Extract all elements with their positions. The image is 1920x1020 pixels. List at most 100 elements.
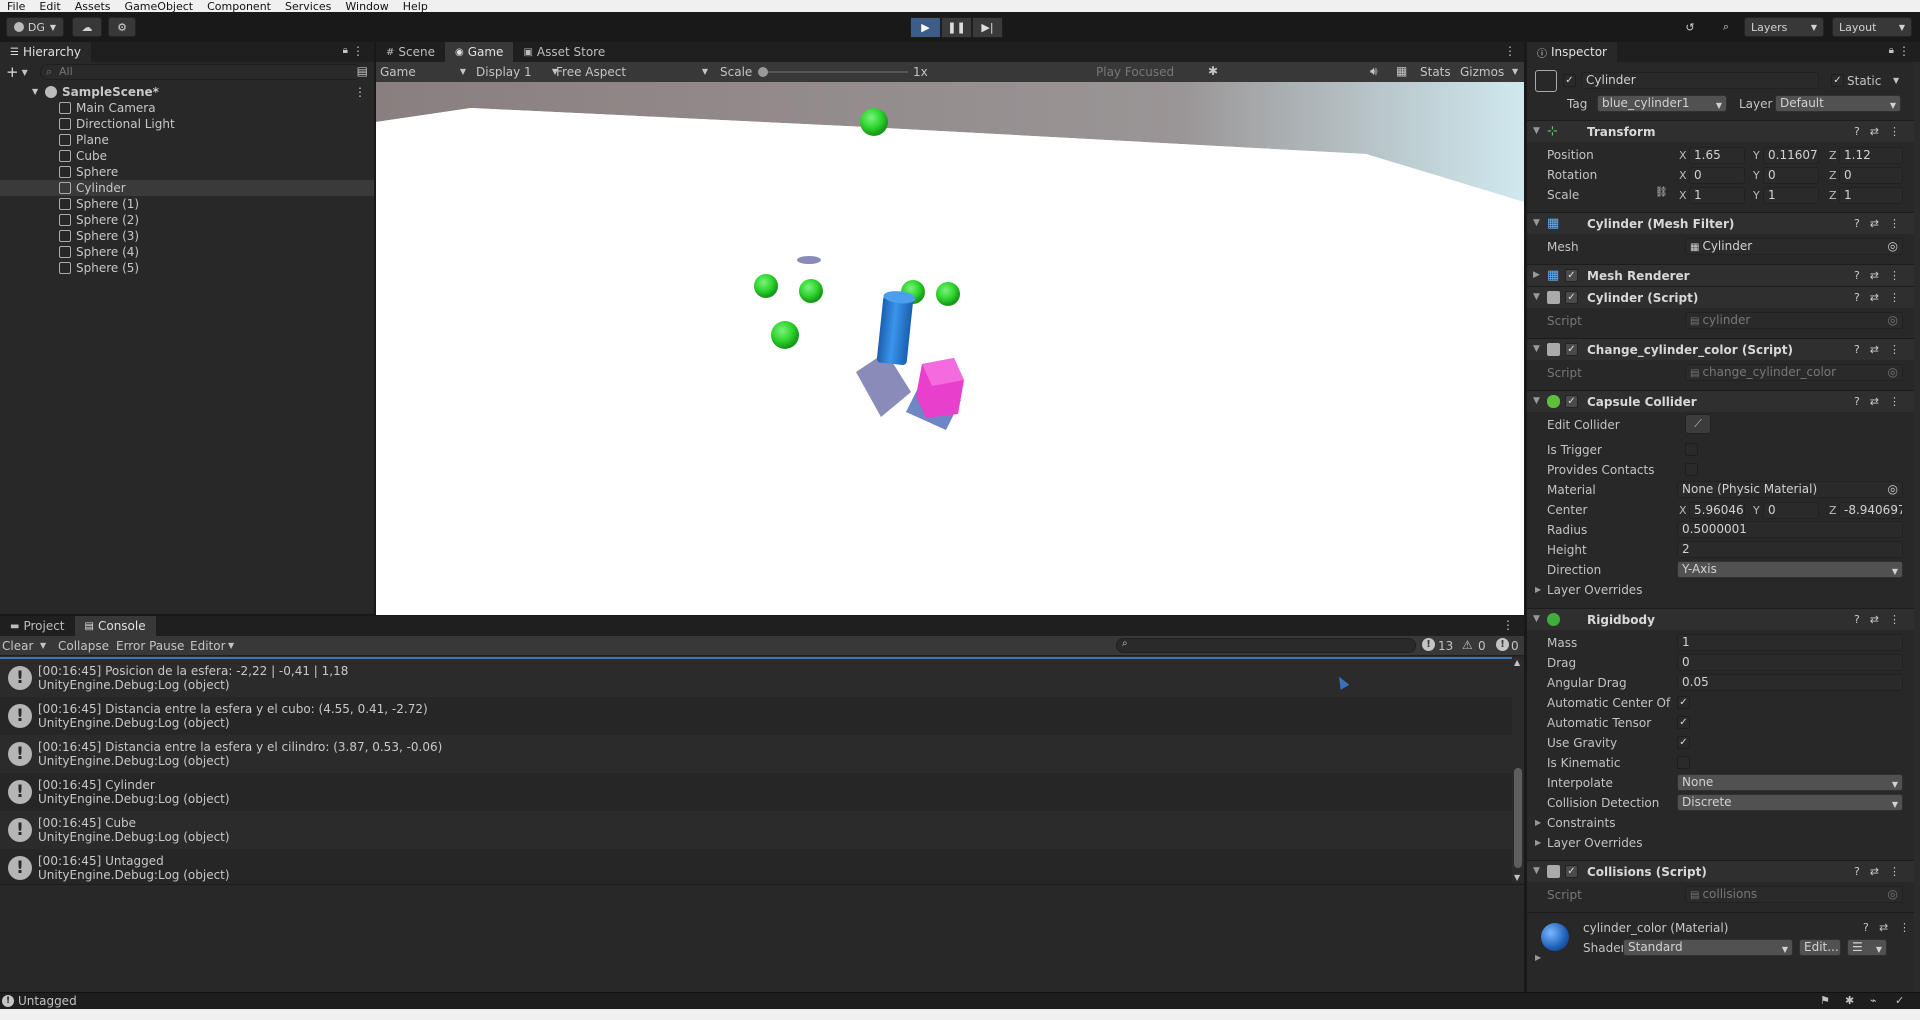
component-actions[interactable]: ?⇄⋮ <box>1854 613 1910 626</box>
progress-icon[interactable]: ⚑ <box>1820 994 1830 1007</box>
layer-overrides-label[interactable]: Layer Overrides <box>1547 583 1642 597</box>
rotation-x-field[interactable]: 0 <box>1689 167 1745 184</box>
edit-collider-button[interactable]: ⟋ <box>1685 414 1711 434</box>
use-gravity-checkbox[interactable]: ✓ <box>1677 736 1690 749</box>
change-color-script-header[interactable]: ▼ ✓ Change_cylinder_color (Script) ?⇄⋮ <box>1527 338 1920 360</box>
error-icon[interactable]: ! <box>1496 638 1509 651</box>
expand-arrow-icon[interactable]: ▼ <box>32 84 38 100</box>
collab-button[interactable]: ⚙ <box>108 17 136 37</box>
hierarchy-item[interactable]: Cylinder <box>0 180 374 196</box>
layer-overrides-label[interactable]: Layer Overrides <box>1547 836 1642 850</box>
physic-material-field[interactable]: None (Physic Material) ◎ <box>1677 481 1903 498</box>
more-icon[interactable]: ⋮ <box>1504 44 1516 58</box>
change-color-script-checkbox[interactable]: ✓ <box>1565 343 1578 356</box>
menu-services[interactable]: Services <box>278 1 338 12</box>
height-field[interactable]: 2 <box>1677 541 1903 558</box>
menu-help[interactable]: Help <box>396 1 435 12</box>
capsule-collider-checkbox[interactable]: ✓ <box>1565 395 1578 408</box>
scale-z-field[interactable]: 1 <box>1839 187 1903 204</box>
collisions-script-checkbox[interactable]: ✓ <box>1565 865 1578 878</box>
radius-field[interactable]: 0.5000001 <box>1677 521 1903 538</box>
scale-x-field[interactable]: 1 <box>1689 187 1745 204</box>
tab-asset-store[interactable]: ▣ Asset Store <box>513 42 615 62</box>
history-button[interactable]: ↺ <box>1676 17 1704 37</box>
menu-edit[interactable]: Edit <box>32 1 67 12</box>
scene-root[interactable]: ▼ SampleScene* ⋮ <box>0 84 374 100</box>
play-focused-dropdown[interactable]: Play Focused ▼ <box>1096 65 1216 79</box>
rotation-y-field[interactable]: 0 <box>1763 167 1819 184</box>
component-actions[interactable]: ?⇄⋮ <box>1854 217 1910 230</box>
tab-console[interactable]: ▤ Console <box>74 616 156 636</box>
component-actions[interactable]: ?⇄⋮ <box>1854 125 1910 138</box>
more-icon[interactable]: ⋮ <box>354 84 366 100</box>
position-y-field[interactable]: 0.116076 <box>1763 147 1819 164</box>
lock-icon[interactable]: 🔒︎ <box>1889 45 1894 56</box>
chevron-down-icon[interactable]: ▼ <box>22 68 28 77</box>
component-actions[interactable]: ?⇄⋮ <box>1854 291 1910 304</box>
scale-slider[interactable] <box>758 67 908 77</box>
grid-icon[interactable]: ▦ <box>1396 64 1407 78</box>
chevron-down-icon[interactable]: ▼ <box>1893 76 1899 85</box>
active-checkbox[interactable]: ✓ <box>1563 74 1576 87</box>
help-icon[interactable]: ? <box>1863 921 1869 934</box>
provides-contacts-checkbox[interactable] <box>1685 463 1698 476</box>
tab-hierarchy[interactable]: ☰ Hierarchy <box>0 42 91 62</box>
center-z-field[interactable]: -8.940697 <box>1839 502 1903 519</box>
settings-icon[interactable]: ⇄ <box>1879 921 1888 934</box>
layer-dropdown[interactable]: Default ▼ <box>1775 95 1901 112</box>
pause-button[interactable]: ❚❚ <box>941 17 972 38</box>
filter-icon[interactable]: ▤ <box>357 64 368 78</box>
game-mode-dropdown[interactable]: Game ▼ <box>380 65 466 79</box>
console-log-entry[interactable]: ! [00:16:45] Cube UnityEngine.Debug:Log (o… <box>0 811 1512 849</box>
menu-window[interactable]: Window <box>338 1 395 12</box>
hierarchy-item[interactable]: Sphere (3) <box>0 228 374 244</box>
menu-file[interactable]: File <box>0 1 32 12</box>
inspector-scrollbar[interactable] <box>1914 62 1920 992</box>
audio-icon[interactable]: 🔊︎ <box>1370 64 1378 79</box>
console-log-entry[interactable]: ! [00:16:45] Posicion de la esfera: -2,22… <box>0 659 1512 697</box>
lock-icon[interactable]: 🔒︎ <box>343 45 348 56</box>
object-picker-icon[interactable]: ◎ <box>1888 482 1898 497</box>
status-message[interactable]: Untagged <box>18 994 77 1008</box>
transform-header[interactable]: ▼ ⊹ Transform ?⇄⋮ <box>1527 120 1920 142</box>
more-icon[interactable]: ⋮ <box>1899 921 1910 934</box>
mass-field[interactable]: 1 <box>1677 634 1903 651</box>
hierarchy-item[interactable]: Main Camera <box>0 100 374 116</box>
chevron-down-icon[interactable]: ▼ <box>1512 67 1518 76</box>
edit-shader-button[interactable]: Edit... <box>1799 939 1841 956</box>
scroll-up-icon[interactable]: ▲ <box>1514 658 1520 667</box>
play-button[interactable]: ▶ <box>910 17 941 38</box>
cylinder-script-header[interactable]: ▼ ✓ Cylinder (Script) ?⇄⋮ <box>1527 286 1920 308</box>
hierarchy-search-input[interactable]: ⌕ All <box>40 64 362 80</box>
constraints-label[interactable]: Constraints <box>1547 816 1615 830</box>
bug-icon[interactable]: ✱ <box>1208 64 1218 78</box>
auto-center-of-mass-checkbox[interactable]: ✓ <box>1677 696 1690 709</box>
layers-dropdown[interactable]: Layers ▼ <box>1744 17 1824 37</box>
expand-arrow-icon[interactable]: ▶ <box>1535 818 1541 827</box>
hierarchy-item[interactable]: Cube <box>0 148 374 164</box>
expand-arrow-icon[interactable]: ▶ <box>1535 585 1541 594</box>
object-picker-icon[interactable]: ◎ <box>1888 239 1898 254</box>
mesh-renderer-header[interactable]: ▶ ▦ ✓ Mesh Renderer ?⇄⋮ <box>1527 264 1920 286</box>
position-x-field[interactable]: 1.65 <box>1689 147 1745 164</box>
menu-component[interactable]: Component <box>200 1 278 12</box>
tab-scene[interactable]: # Scene <box>376 42 445 62</box>
component-actions[interactable]: ?⇄⋮ <box>1854 865 1910 878</box>
console-log-entry[interactable]: ! [00:16:45] Distancia entre la esfera y … <box>0 697 1512 735</box>
menu-assets[interactable]: Assets <box>68 1 118 12</box>
angular-drag-field[interactable]: 0.05 <box>1677 674 1903 691</box>
component-actions[interactable]: ?⇄⋮ <box>1854 395 1910 408</box>
gizmos-button[interactable]: Gizmos <box>1460 65 1504 79</box>
aspect-dropdown[interactable]: Free Aspect ▼ <box>556 65 708 79</box>
capsule-collider-header[interactable]: ▼ ✓ Capsule Collider ?⇄⋮ <box>1527 390 1920 412</box>
center-y-field[interactable]: 0 <box>1763 502 1819 519</box>
expand-arrow-icon[interactable]: ▶ <box>1535 838 1541 847</box>
tab-game[interactable]: ◉ Game <box>444 42 514 62</box>
network-icon[interactable]: ⌁ <box>1870 994 1877 1007</box>
tab-project[interactable]: ▬ Project <box>0 616 75 636</box>
collapse-button[interactable]: Collapse <box>58 639 109 653</box>
info-icon[interactable]: ! <box>1422 638 1435 651</box>
check-icon[interactable]: ✓ <box>1895 994 1904 1007</box>
chevron-down-icon[interactable]: ▼ <box>40 641 46 650</box>
hierarchy-item[interactable]: Sphere <box>0 164 374 180</box>
